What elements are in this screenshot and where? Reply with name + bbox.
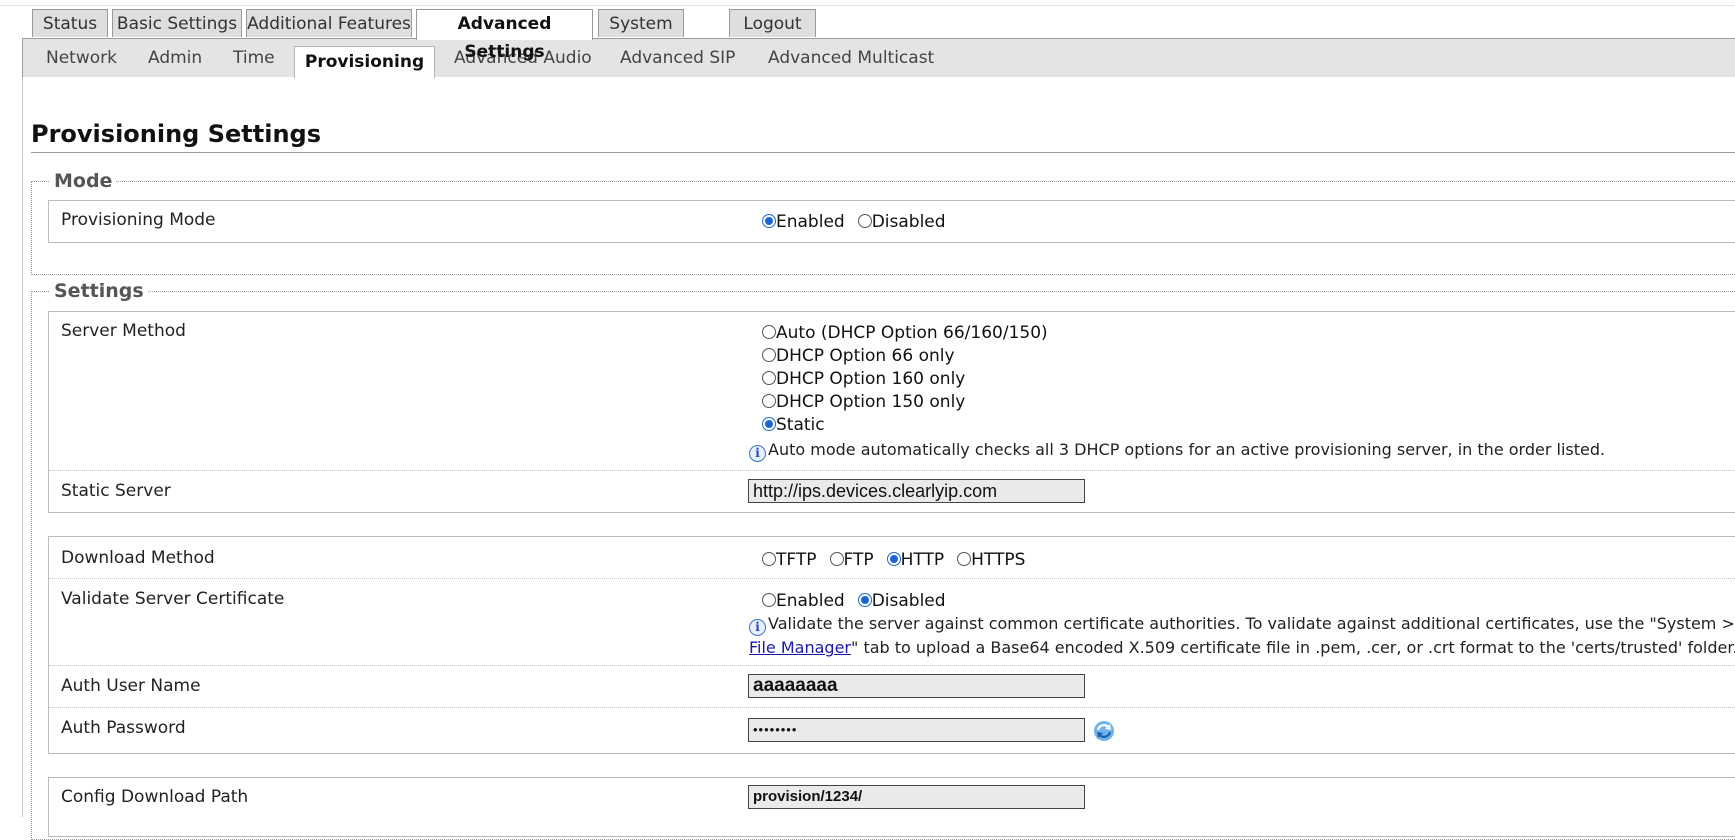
validate-cert-label: Validate Server Certificate: [61, 589, 285, 609]
provisioning-mode-radio-group: Enabled Disabled: [762, 212, 959, 232]
refresh-icon[interactable]: [1093, 720, 1115, 742]
subtab-advanced-sip[interactable]: Advanced SIP: [620, 39, 735, 78]
subtab-network[interactable]: Network: [46, 39, 117, 78]
tab-logout[interactable]: Logout: [729, 9, 816, 37]
server-method-radio-group: Auto (DHCP Option 66/160/150) DHCP Optio…: [762, 322, 1048, 437]
provisioning-mode-enabled[interactable]: Enabled: [762, 212, 845, 232]
provisioning-mode-label: Provisioning Mode: [61, 210, 216, 230]
subtab-time[interactable]: Time: [233, 39, 275, 78]
file-manager-link[interactable]: File Manager: [749, 638, 851, 657]
server-method-dhcp66[interactable]: DHCP Option 66 only: [762, 345, 1048, 368]
row-divider: [49, 665, 1735, 666]
radio-unselected[interactable]: [762, 552, 776, 566]
row-divider: [49, 578, 1735, 579]
auth-user-label: Auth User Name: [61, 676, 201, 696]
download-method-tftp[interactable]: TFTP: [762, 550, 817, 570]
radio-selected[interactable]: [857, 593, 872, 607]
server-method-static[interactable]: Static: [762, 414, 1048, 437]
top-border-line: [0, 5, 1735, 6]
tab-system[interactable]: System: [598, 9, 684, 37]
auth-password-input[interactable]: ••••••••: [748, 718, 1085, 742]
config-path-input[interactable]: provision/1234/: [748, 785, 1085, 809]
tab-advanced-settings[interactable]: Advanced Settings: [416, 9, 593, 62]
tab-additional-features[interactable]: Additional Features: [246, 9, 412, 37]
auth-user-input[interactable]: aaaaaaaa: [748, 674, 1085, 698]
settings-legend: Settings: [54, 280, 144, 302]
tab-basic-settings[interactable]: Basic Settings: [112, 9, 242, 37]
radio-unselected[interactable]: [829, 552, 844, 566]
static-server-input[interactable]: http://ips.devices.clearlyip.com: [748, 479, 1085, 503]
row-divider: [49, 707, 1735, 708]
validate-cert-enabled[interactable]: Enabled: [762, 591, 845, 611]
provisioning-mode-disabled[interactable]: Disabled: [857, 212, 946, 232]
server-method-dhcp150[interactable]: DHCP Option 150 only: [762, 391, 1048, 414]
auth-password-label: Auth Password: [61, 718, 186, 738]
subtab-advanced-multicast[interactable]: Advanced Multicast: [768, 39, 934, 78]
radio-selected[interactable]: [886, 552, 901, 566]
radio-unselected[interactable]: [762, 348, 776, 362]
validate-cert-disabled[interactable]: Disabled: [857, 591, 946, 611]
subtab-admin[interactable]: Admin: [148, 39, 202, 78]
server-method-label: Server Method: [61, 321, 186, 341]
download-method-radio-group: TFTP FTP HTTP HTTPS: [762, 550, 1038, 570]
title-divider: [31, 152, 1735, 153]
radio-unselected[interactable]: [762, 325, 776, 339]
server-method-dhcp160[interactable]: DHCP Option 160 only: [762, 368, 1048, 391]
download-method-label: Download Method: [61, 548, 215, 568]
radio-selected[interactable]: [762, 214, 776, 228]
info-icon: i: [749, 619, 766, 636]
download-method-http[interactable]: HTTP: [886, 550, 944, 570]
server-method-auto[interactable]: Auto (DHCP Option 66/160/150): [762, 322, 1048, 345]
radio-unselected[interactable]: [762, 593, 776, 607]
config-path-label: Config Download Path: [61, 787, 249, 807]
content-border: [22, 77, 23, 817]
server-method-note: i Auto mode automatically checks all 3 DH…: [749, 438, 1605, 462]
tab-status[interactable]: Status: [32, 9, 108, 37]
download-method-https[interactable]: HTTPS: [957, 550, 1025, 570]
info-icon: i: [749, 445, 766, 462]
radio-selected[interactable]: [762, 417, 776, 431]
page-title: Provisioning Settings: [31, 120, 322, 148]
radio-unselected[interactable]: [857, 214, 872, 228]
mode-legend: Mode: [54, 170, 113, 192]
radio-unselected[interactable]: [762, 371, 776, 385]
radio-unselected[interactable]: [762, 394, 776, 408]
subtab-provisioning[interactable]: Provisioning: [294, 46, 435, 78]
row-divider: [49, 470, 1735, 471]
validate-cert-radio-group: Enabled Disabled: [762, 591, 959, 611]
download-method-ftp[interactable]: FTP: [829, 550, 874, 570]
sub-nav: Network Admin Time Provisioning Advanced…: [22, 38, 1735, 78]
radio-unselected[interactable]: [957, 552, 972, 566]
static-server-label: Static Server: [61, 481, 171, 501]
validate-cert-note: i Validate the server against common cert…: [749, 614, 1735, 657]
